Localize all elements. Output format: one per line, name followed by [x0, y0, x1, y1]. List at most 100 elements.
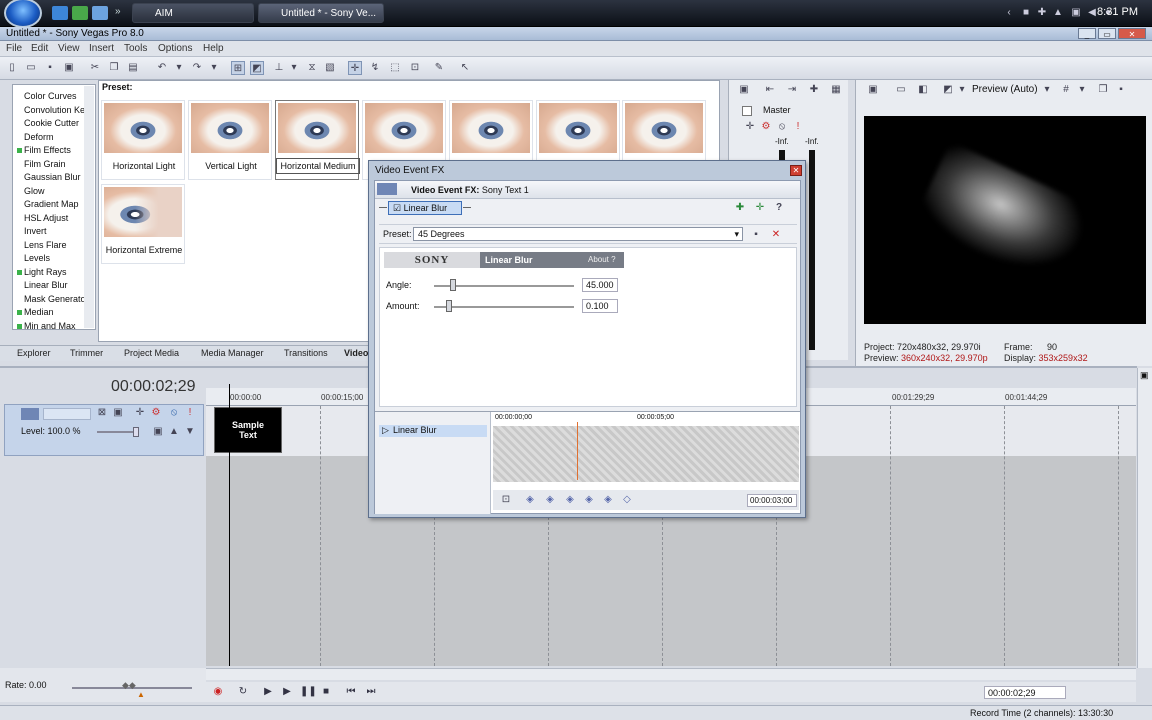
marker-icon[interactable]: ▣ — [1140, 370, 1149, 381]
prev-keyframe-icon[interactable]: ◈ — [543, 493, 557, 507]
angle-value[interactable]: 45.000 — [582, 278, 618, 292]
crossfade-icon[interactable]: ⧖ — [305, 61, 319, 75]
preset-thumb-horizontal-medium[interactable]: Horizontal Medium — [275, 100, 360, 180]
fx-list-item[interactable]: Gradient Map — [13, 199, 93, 212]
cut-icon[interactable]: ✂ — [88, 61, 102, 75]
undo-icon[interactable]: ↶ — [155, 61, 169, 75]
mixer-tool-icon[interactable]: ✚ — [807, 83, 821, 97]
menu-view[interactable]: View — [58, 43, 80, 54]
delete-keyframe-icon[interactable]: ◇ — [620, 493, 634, 507]
sample-text-event[interactable]: Sample Text — [214, 407, 282, 453]
task-vegas[interactable]: Untitled * - Sony Ve... — [258, 3, 384, 23]
ignore-grouping-icon[interactable]: ▧ — [323, 61, 337, 75]
last-keyframe-icon[interactable]: ◈ — [582, 493, 596, 507]
fx-list-item[interactable]: Glow — [13, 186, 93, 199]
split-dropdown-icon[interactable]: ▾ — [955, 83, 969, 97]
quality-dropdown-icon[interactable]: ▾ — [1040, 83, 1054, 97]
tray-icon-3[interactable]: ▲ — [1052, 7, 1064, 19]
video-track-header[interactable]: ⊠ ▣ ✛ ⚙ ⦸ ! Level: 100.0 % ▣ ▲ ▼ — [4, 404, 204, 456]
fx-list-item[interactable]: Levels — [13, 253, 93, 266]
envelope-tool-icon[interactable]: ↯ — [368, 61, 382, 75]
fx-list-item[interactable]: Light Rays — [13, 267, 93, 280]
fx-list-item[interactable]: Film Effects — [13, 145, 93, 158]
add-keyframe-icon[interactable]: ◈ — [601, 493, 615, 507]
fx-list-item[interactable]: Deform — [13, 132, 93, 145]
track-fx-icon[interactable]: ✛ — [133, 406, 147, 420]
stop-icon[interactable]: ■ — [319, 685, 333, 699]
fx-list-item[interactable]: Convolution Ke — [13, 105, 93, 118]
mixer-tool-icon[interactable]: ⇥ — [785, 83, 799, 97]
overlays-icon[interactable]: # — [1059, 83, 1073, 97]
play-icon[interactable]: ▶ — [280, 685, 294, 699]
mute-icon[interactable]: ⦸ — [167, 406, 181, 420]
kf-length-timecode[interactable]: 00:00:03;00 — [747, 494, 797, 507]
angle-slider-thumb[interactable] — [450, 279, 456, 291]
fx-list-item[interactable]: Median — [13, 307, 93, 320]
plug-in-chain-icon[interactable]: ✚ — [733, 201, 747, 215]
track-motion-icon[interactable]: ▣ — [111, 406, 125, 420]
solo-icon[interactable]: ! — [183, 406, 197, 420]
first-keyframe-icon[interactable]: ◈ — [523, 493, 537, 507]
snap-dropdown-icon[interactable]: ▾ — [287, 61, 301, 75]
pause-icon[interactable]: ❚❚ — [300, 685, 317, 699]
paste-icon[interactable]: ▤ — [126, 61, 140, 75]
fx-list-item[interactable]: Min and Max — [13, 321, 93, 329]
go-to-end-icon[interactable]: ⏭ — [364, 685, 378, 699]
render-icon[interactable]: ▣ — [62, 61, 76, 75]
snap-icon[interactable]: ⊥ — [272, 61, 286, 75]
track-icon[interactable]: ▼ — [183, 425, 197, 439]
preset-select[interactable]: 45 Degrees ▾ — [413, 227, 743, 241]
selection-tool-icon[interactable]: ⬚ — [388, 61, 402, 75]
track-name-field[interactable] — [43, 408, 91, 420]
redo-icon[interactable]: ↷ — [190, 61, 204, 75]
ie-icon[interactable] — [52, 6, 68, 20]
about-link[interactable]: About ? — [588, 255, 616, 264]
go-to-start-icon[interactable]: ⏮ — [344, 685, 358, 699]
amount-value[interactable]: 0.100 — [582, 299, 618, 313]
tab-transitions[interactable]: Transitions — [284, 348, 328, 358]
save-icon[interactable]: ▪ — [43, 61, 57, 75]
fx-list-item[interactable]: Film Grain — [13, 159, 93, 172]
new-icon[interactable]: ▯ — [5, 61, 19, 75]
playhead-cursor[interactable] — [229, 384, 230, 666]
ripple-icon[interactable]: ⊞ — [231, 61, 245, 75]
fx-list-item[interactable]: Linear Blur — [13, 280, 93, 293]
expand-icon[interactable]: ▷ — [382, 425, 389, 436]
mixer-tool-icon[interactable]: ▣ — [737, 83, 751, 97]
menu-insert[interactable]: Insert — [89, 43, 114, 54]
level-slider-thumb[interactable] — [133, 427, 139, 437]
tray-icon-1[interactable]: ■ — [1020, 7, 1032, 19]
fx-chain-linear-blur[interactable]: ☑ Linear Blur — [388, 201, 462, 215]
menu-options[interactable]: Options — [158, 43, 192, 54]
fx-list-item[interactable]: Invert — [13, 226, 93, 239]
lock-envelopes-icon[interactable]: ◩ — [250, 61, 264, 75]
dialog-close-button[interactable]: ✕ — [790, 165, 802, 176]
check-icon[interactable]: ☑ — [393, 203, 401, 213]
composite-icon[interactable]: ⊠ — [95, 406, 109, 420]
next-keyframe-icon[interactable]: ◈ — [563, 493, 577, 507]
play-from-start-icon[interactable]: ▶ — [261, 685, 275, 699]
preview-fx-icon[interactable]: ◧ — [916, 83, 930, 97]
fx-list-item[interactable]: Mask Generato — [13, 294, 93, 307]
preview-device-icon[interactable]: ▭ — [894, 83, 908, 97]
preview-properties-icon[interactable]: ▣ — [866, 83, 880, 97]
copy-snapshot-icon[interactable]: ❐ — [1096, 83, 1110, 97]
record-icon[interactable]: ◉ — [211, 685, 225, 699]
fx-list-item[interactable]: Cookie Cutter — [13, 118, 93, 131]
tab-project-media[interactable]: Project Media — [124, 348, 179, 358]
amount-slider[interactable] — [434, 306, 574, 308]
fx-list-item[interactable]: Gaussian Blur — [13, 172, 93, 185]
loop-icon[interactable]: ↻ — [236, 685, 250, 699]
fx-list-scrollbar[interactable] — [84, 86, 94, 328]
master-checkbox[interactable] — [742, 106, 752, 116]
amount-slider-thumb[interactable] — [446, 300, 452, 312]
tray-icon-2[interactable]: ✚ — [1036, 7, 1048, 19]
preset-thumb-horizontal-extreme[interactable]: Horizontal Extreme — [101, 184, 185, 264]
rate-slider-thumb[interactable]: ◆◆ — [122, 680, 136, 691]
track-icon[interactable]: ▲ — [167, 425, 181, 439]
maximize-button[interactable]: ▭ — [1098, 28, 1116, 39]
help-icon[interactable]: ? — [772, 201, 786, 215]
track-icon[interactable]: ▣ — [151, 425, 165, 439]
show-desktop-icon[interactable] — [92, 6, 108, 20]
tab-explorer[interactable]: Explorer — [17, 348, 51, 358]
